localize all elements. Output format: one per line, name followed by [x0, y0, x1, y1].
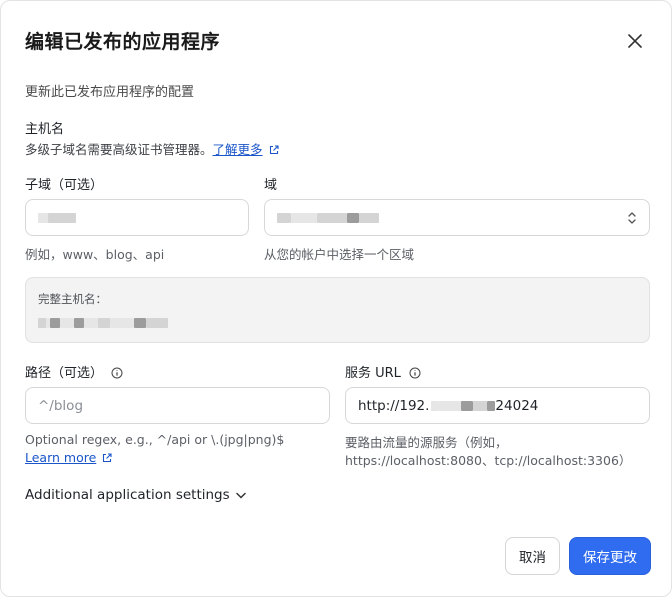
dialog-title: 编辑已发布的应用程序 — [25, 31, 221, 53]
full-hostname-preview: 完整主机名： — [25, 277, 650, 343]
domain-hint: 从您的帐户中选择一个区域 — [264, 247, 415, 262]
path-hint: Optional regex, e.g., ^/api or \.(jpg|pn… — [25, 432, 285, 447]
cancel-button[interactable]: 取消 — [505, 537, 560, 575]
hostname-description: 多级子域名需要高级证书管理器。了解更多 — [25, 139, 279, 158]
redacted-fh-3 — [50, 317, 60, 328]
path-label-text: 路径（可选） — [25, 366, 104, 381]
info-icon[interactable] — [409, 367, 421, 379]
redacted-fh-8 — [110, 317, 134, 328]
service-url-suffix: 24024 — [495, 397, 539, 414]
redacted-ip-2 — [439, 400, 462, 411]
full-hostname-label: 完整主机名： — [38, 292, 107, 306]
external-link-icon — [103, 453, 112, 463]
redacted-fh-6 — [84, 317, 98, 328]
hostname-label: 主机名 — [25, 122, 65, 137]
redacted-ip-4 — [473, 400, 488, 411]
redacted-fh-4 — [60, 317, 74, 328]
redacted-ip-5 — [487, 400, 496, 411]
save-changes-button[interactable]: 保存更改 — [569, 537, 651, 575]
redacted-fh-5 — [74, 317, 84, 328]
domain-label: 域 — [264, 178, 278, 193]
redacted-fh-9 — [134, 317, 146, 328]
service-url-label-text: 服务 URL — [345, 366, 401, 381]
redacted-fh-1 — [38, 317, 46, 328]
redacted-ip-3 — [461, 400, 474, 411]
hostname-learn-more-link[interactable]: 了解更多 — [213, 142, 263, 157]
redacted-domain-part-5 — [359, 212, 379, 223]
dialog-subtitle: 更新此已发布应用程序的配置 — [25, 85, 195, 100]
redacted-domain-part-1 — [277, 212, 291, 223]
subdomain-input[interactable] — [25, 199, 249, 236]
close-button[interactable] — [623, 29, 647, 53]
close-icon — [628, 34, 642, 48]
redacted-full-hostname — [38, 312, 168, 331]
redacted-domain-part-3 — [317, 212, 347, 223]
subdomain-hint: 例如，www、blog、api — [25, 247, 165, 262]
service-url-prefix: http://192. — [358, 397, 430, 414]
edit-application-dialog: 编辑已发布的应用程序 更新此已发布应用程序的配置 主机名 多级子域名需要高级证书… — [0, 0, 672, 597]
chevron-down-icon — [235, 492, 246, 499]
path-learn-more-link[interactable]: Learn more — [25, 450, 96, 465]
path-label: 路径（可选） — [25, 362, 123, 381]
redacted-subdomain-part — [48, 212, 76, 223]
service-url-hint-2: https://localhost:8080、tcp://localhost:3… — [345, 453, 632, 468]
redacted-domain-part-2 — [291, 212, 317, 223]
additional-settings-toggle[interactable]: Additional application settings — [25, 487, 246, 503]
service-url-hint-1: 要路由流量的源服务（例如， — [345, 435, 508, 450]
redacted-ip-1 — [431, 400, 440, 411]
select-chevron-updown-icon — [628, 211, 636, 224]
redacted-subdomain — [38, 212, 48, 223]
redacted-domain-part-4 — [347, 212, 359, 223]
hostname-description-text: 多级子域名需要高级证书管理器。 — [25, 142, 213, 157]
additional-settings-label: Additional application settings — [25, 487, 230, 503]
subdomain-label: 子域（可选） — [25, 178, 104, 193]
redacted-fh-10 — [146, 317, 168, 328]
path-input[interactable]: ^/blog — [25, 387, 330, 424]
redacted-domain-value — [277, 210, 379, 226]
path-learn-more: Learn more — [25, 450, 112, 465]
info-icon[interactable] — [111, 367, 123, 379]
redacted-fh-7 — [98, 317, 110, 328]
domain-select[interactable] — [264, 199, 650, 236]
service-url-label: 服务 URL — [345, 362, 421, 381]
service-url-input[interactable]: http://192. 24024 — [345, 387, 650, 424]
path-placeholder: ^/blog — [38, 397, 84, 414]
external-link-icon — [269, 145, 279, 155]
